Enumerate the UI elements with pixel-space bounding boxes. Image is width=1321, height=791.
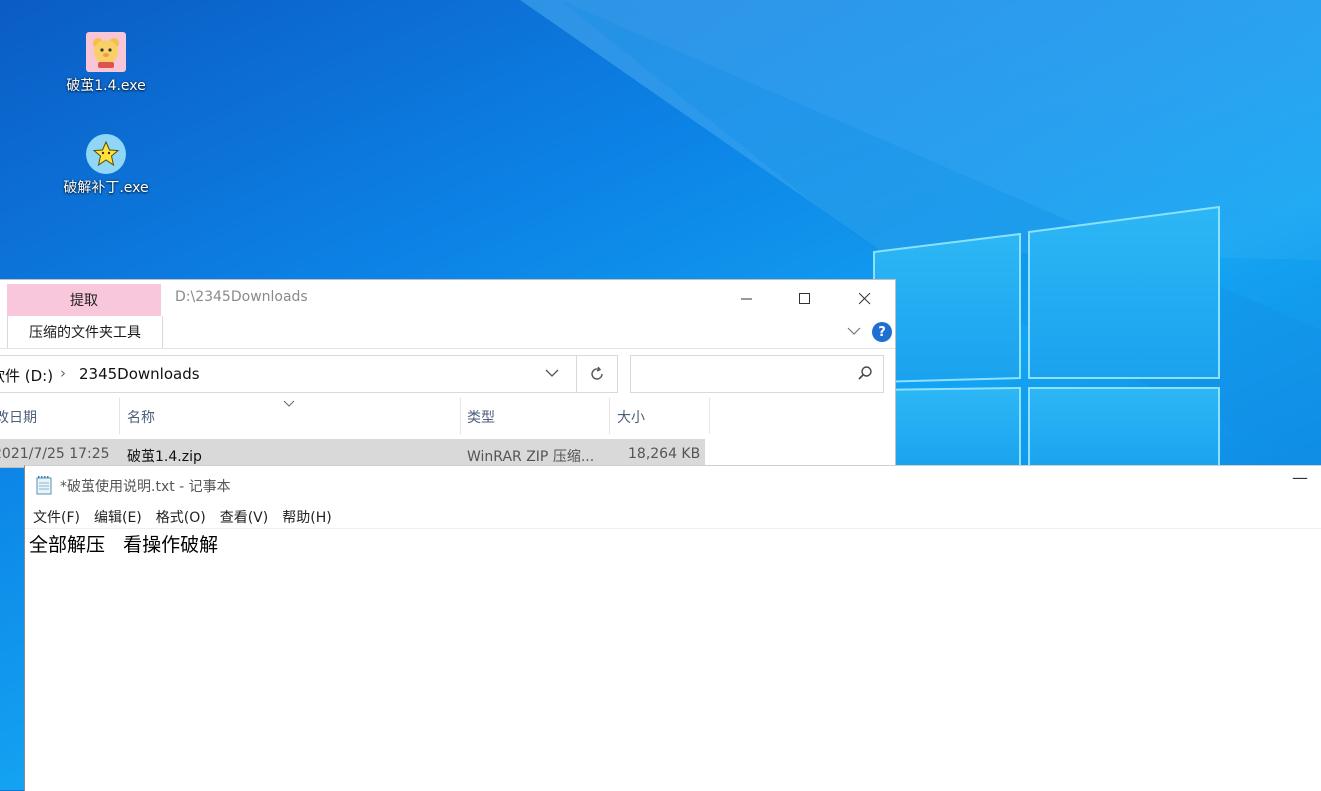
column-header-type[interactable]: 类型 bbox=[467, 407, 495, 427]
chevron-down-icon bbox=[847, 327, 861, 335]
menu-divider bbox=[25, 528, 1321, 529]
minimize-button[interactable]: — bbox=[1292, 468, 1308, 487]
notepad-menu-bar: 文件(F) 编辑(E) 格式(O) 查看(V) 帮助(H) bbox=[33, 507, 346, 527]
file-type: WinRAR ZIP 压缩... bbox=[467, 449, 595, 465]
column-divider bbox=[709, 398, 710, 434]
file-size: 18,264 KB bbox=[628, 446, 701, 462]
menu-format[interactable]: 格式(O) bbox=[156, 507, 213, 527]
chevron-down-icon bbox=[545, 369, 559, 377]
ribbon-tab-compressed-folder-tools[interactable]: 压缩的文件夹工具 bbox=[7, 316, 163, 348]
menu-view[interactable]: 查看(V) bbox=[220, 507, 276, 527]
notepad-icon bbox=[35, 475, 53, 499]
notepad-text-area[interactable]: 全部解压 看操作破解 bbox=[29, 530, 218, 557]
ribbon-divider bbox=[0, 348, 895, 349]
breadcrumb-folder[interactable]: 2345Downloads bbox=[79, 365, 200, 383]
desktop-icon-label: 破解补丁.exe bbox=[63, 180, 149, 196]
search-icon[interactable] bbox=[857, 365, 873, 385]
star-app-icon bbox=[86, 134, 126, 174]
minimize-icon bbox=[741, 298, 752, 300]
ribbon-tab-extract[interactable]: 提取 bbox=[7, 284, 161, 316]
file-date: 2021/7/25 17:25 bbox=[0, 446, 110, 462]
column-header-size[interactable]: 大小 bbox=[617, 407, 645, 427]
window-title: D:\2345Downloads bbox=[175, 289, 308, 305]
column-divider bbox=[119, 398, 120, 434]
refresh-icon bbox=[591, 366, 603, 380]
file-row[interactable]: 2021/7/25 17:25 破茧1.4.zip WinRAR ZIP 压缩.… bbox=[0, 439, 705, 467]
close-icon bbox=[859, 293, 871, 305]
menu-help[interactable]: 帮助(H) bbox=[282, 507, 338, 527]
breadcrumb-chevron-icon: › bbox=[60, 364, 66, 382]
desktop-icon-crack-patch[interactable]: 破解补丁.exe bbox=[51, 134, 161, 197]
file-name[interactable]: 破茧1.4.zip bbox=[127, 446, 202, 466]
address-history-dropdown[interactable] bbox=[545, 366, 559, 382]
column-header-name[interactable]: 名称 bbox=[127, 407, 155, 427]
help-icon[interactable]: ? bbox=[872, 322, 892, 342]
desktop-icon-label: 破茧1.4.exe bbox=[66, 78, 146, 94]
desktop-icon-pojian[interactable]: 破茧1.4.exe bbox=[51, 32, 161, 95]
close-button[interactable] bbox=[842, 282, 888, 316]
bear-app-icon bbox=[86, 32, 126, 72]
column-divider bbox=[609, 398, 610, 434]
notepad-window: *破茧使用说明.txt - 记事本 — 文件(F) 编辑(E) 格式(O) 查看… bbox=[24, 465, 1321, 791]
column-header-date[interactable]: 修改日期 bbox=[0, 407, 37, 427]
menu-edit[interactable]: 编辑(E) bbox=[94, 507, 149, 527]
sort-arrow-icon bbox=[283, 396, 295, 412]
file-explorer-window: 提取 压缩的文件夹工具 D:\2345Downloads ? 软件 (D:) ›… bbox=[0, 279, 896, 468]
menu-file[interactable]: 文件(F) bbox=[33, 507, 87, 527]
search-box[interactable] bbox=[630, 355, 884, 393]
breadcrumb-drive[interactable]: 软件 (D:) bbox=[0, 365, 53, 386]
ribbon-expand-button[interactable] bbox=[847, 324, 861, 340]
column-divider bbox=[460, 398, 461, 434]
refresh-button[interactable] bbox=[576, 355, 618, 393]
notepad-title: *破茧使用说明.txt - 记事本 bbox=[60, 479, 231, 495]
maximize-icon bbox=[799, 293, 810, 304]
address-bar[interactable]: 软件 (D:) › 2345Downloads bbox=[0, 355, 578, 393]
maximize-button[interactable] bbox=[782, 282, 828, 316]
minimize-button[interactable] bbox=[724, 282, 770, 316]
search-input[interactable] bbox=[637, 362, 851, 386]
